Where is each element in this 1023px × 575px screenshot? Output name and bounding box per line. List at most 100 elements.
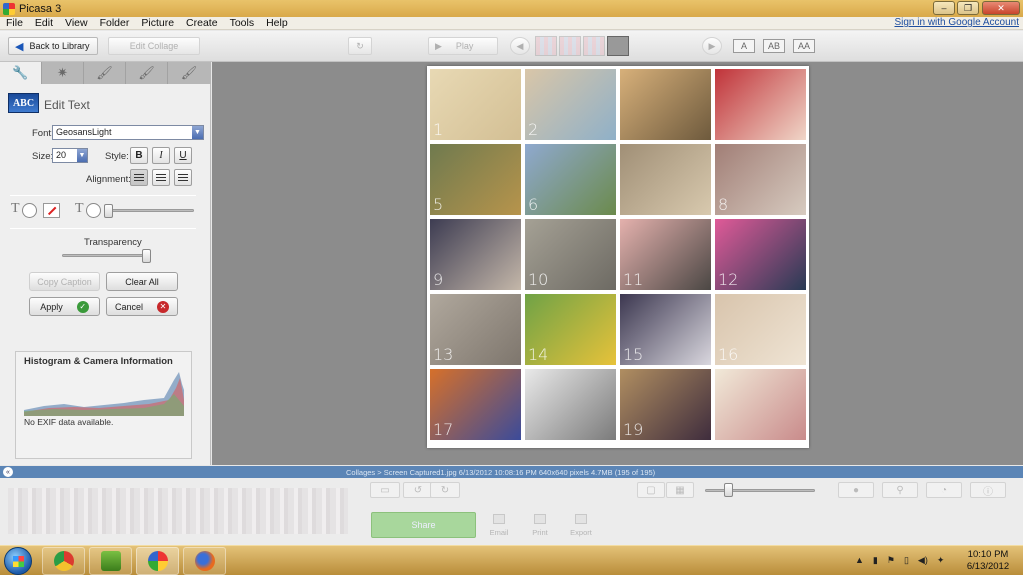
basic-fixes-tab[interactable]: 🔧 [0, 62, 42, 84]
copy-caption-button[interactable]: Copy Caption [29, 272, 100, 291]
font-dropdown[interactable]: GeosansLight ▼ [52, 125, 204, 140]
info-icon[interactable]: ⓘ [970, 482, 1006, 498]
zoom-slider-knob[interactable] [724, 483, 733, 497]
menu-file[interactable]: File [0, 17, 29, 29]
size-dropdown[interactable]: 20 ▼ [52, 148, 88, 163]
back-to-library-button[interactable]: ◀ Back to Library [8, 37, 98, 55]
start-button[interactable] [4, 547, 32, 575]
clock-time: 10:10 PM [967, 549, 1009, 560]
menu-picture[interactable]: Picture [135, 17, 180, 29]
taskbar-firefox[interactable] [183, 547, 226, 575]
print-button[interactable]: Print [525, 528, 555, 537]
picasa-window: Picasa 3 – ❐ ✕ File Edit View Folder Pic… [0, 0, 1023, 545]
signal-icon[interactable]: ▮ [873, 555, 878, 566]
menu-folder[interactable]: Folder [94, 17, 136, 29]
align-left-button[interactable] [130, 169, 148, 186]
chrome-icon [53, 551, 74, 571]
cancel-button[interactable]: Cancel ✕ [106, 297, 178, 316]
divider [10, 228, 196, 229]
menu-create[interactable]: Create [180, 17, 224, 29]
menu-help[interactable]: Help [260, 17, 294, 29]
previous-icon[interactable]: ◀ [510, 37, 530, 55]
histogram-panel: Histogram & Camera Information No EXIF d… [15, 351, 192, 459]
collage-photo: 8 [715, 144, 806, 215]
tag-icon[interactable]: ◔ [926, 482, 962, 498]
transparency-slider[interactable] [62, 254, 150, 257]
zoom-slider[interactable] [705, 489, 815, 492]
battery-icon[interactable]: ▯ [904, 555, 909, 566]
clock[interactable]: 10:10 PM 6/13/2012 [960, 549, 1016, 573]
text-size-large-button[interactable]: AA [793, 39, 815, 53]
sign-in-link[interactable]: Sign in with Google Account [894, 17, 1019, 28]
apply-button[interactable]: Apply ✓ [29, 297, 100, 316]
transparency-label: Transparency [84, 237, 142, 248]
maximize-button[interactable]: ❐ [957, 1, 979, 15]
next-icon[interactable]: ▶ [702, 37, 722, 55]
alignment-label: Alignment: [86, 174, 131, 185]
volume-icon[interactable]: ◀) [918, 555, 928, 566]
menu-edit[interactable]: Edit [29, 17, 59, 29]
outline-width-slider[interactable] [104, 209, 194, 212]
text-size-medium-button[interactable]: AB [763, 39, 785, 53]
collage-photo [620, 69, 711, 140]
collage-photo: 9 [430, 219, 521, 290]
thumbnail-selected[interactable] [607, 36, 629, 56]
dropbox-icon[interactable]: ✦ [937, 555, 945, 566]
photo-number: 19 [623, 420, 644, 439]
export-button[interactable]: Export [564, 528, 598, 537]
location-pin-icon[interactable]: ⚲ [882, 482, 918, 498]
font-value: GeosansLight [56, 127, 112, 137]
align-center-button[interactable] [152, 169, 170, 186]
photo-tray: ▭ ↺ ↻ Share Email Print Export ▢ ▦ ● ⚲ ◔… [0, 478, 1023, 545]
taskbar-chrome[interactable] [42, 547, 85, 575]
transparency-slider-knob[interactable] [142, 249, 151, 263]
underline-button[interactable]: U [174, 147, 192, 164]
menu-tools[interactable]: Tools [224, 17, 261, 29]
no-outline-icon[interactable] [43, 203, 60, 218]
tuning-tab[interactable]: ✷ [42, 62, 84, 84]
outline-color-swatch[interactable] [86, 203, 101, 218]
bold-button[interactable]: B [130, 147, 148, 164]
play-button[interactable]: ▶ Play [428, 37, 498, 55]
effects-tab-3[interactable]: 🖌 [168, 62, 210, 84]
edit-collage-label: Edit Collage [129, 41, 179, 51]
edit-tabs: 🔧 ✷ 🖌 🖌 🖌 [0, 62, 211, 84]
close-button[interactable]: ✕ [982, 1, 1020, 15]
view-single-icon[interactable]: ▢ [637, 482, 665, 498]
view-grid-icon[interactable]: ▦ [666, 482, 694, 498]
email-button[interactable]: Email [484, 528, 514, 537]
thumbnail[interactable] [535, 36, 557, 56]
collage-image[interactable]: 1 2 5 6 8 9 10 11 12 13 14 15 16 17 19 [427, 66, 809, 448]
taskbar-picasa[interactable] [136, 547, 179, 575]
flag-icon[interactable]: ⚑ [887, 555, 895, 566]
toolbar: ◀ Back to Library Edit Collage ↻ ▶ Play … [0, 31, 1023, 62]
photo-number: 15 [623, 345, 644, 364]
rotate-icon[interactable]: ↻ [348, 37, 372, 55]
people-icon[interactable]: ● [838, 482, 874, 498]
outline-width-slider-knob[interactable] [104, 204, 113, 218]
effects-tab-2[interactable]: 🖌 [126, 62, 168, 84]
thumbnail[interactable] [559, 36, 581, 56]
clear-all-button[interactable]: Clear All [106, 272, 178, 291]
effects-tab[interactable]: 🖌 [84, 62, 126, 84]
brush-icon: 🖌 [180, 65, 198, 80]
align-right-button[interactable] [174, 169, 192, 186]
brush-icon: 🖌 [138, 65, 155, 80]
rotate-right-icon[interactable]: ↻ [430, 482, 460, 498]
collapse-icon[interactable]: « [3, 467, 13, 477]
menu-view[interactable]: View [59, 17, 94, 29]
cancel-label: Cancel [114, 301, 143, 312]
minimize-button[interactable]: – [933, 1, 955, 15]
show-hidden-icon[interactable]: ▲ [855, 555, 864, 566]
share-button[interactable]: Share [371, 512, 476, 538]
tray-view-button[interactable]: ▭ [370, 482, 400, 498]
rotate-left-icon[interactable]: ↺ [403, 482, 433, 498]
italic-button[interactable]: I [152, 147, 170, 164]
text-size-small-button[interactable]: A [733, 39, 755, 53]
photo-number: 13 [433, 345, 454, 364]
edit-collage-button[interactable]: Edit Collage [108, 37, 200, 55]
text-color-swatch[interactable] [22, 203, 37, 218]
align-left-icon [134, 173, 144, 182]
thumbnail[interactable] [583, 36, 605, 56]
taskbar-app[interactable] [89, 547, 132, 575]
